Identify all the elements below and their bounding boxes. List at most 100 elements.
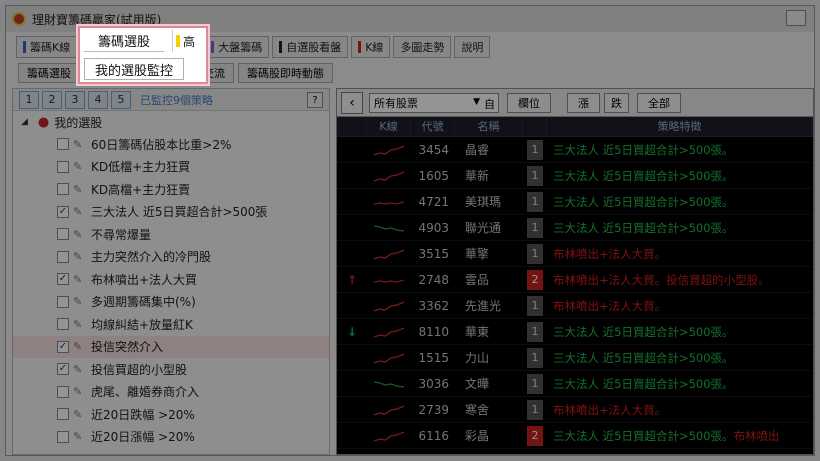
kline-cell[interactable] bbox=[367, 221, 411, 235]
header-kline[interactable]: K線 bbox=[367, 117, 411, 136]
table-row[interactable]: 2739 寒舍 1 布林噴出+法人大買。 bbox=[337, 397, 813, 423]
strategy-item[interactable]: ✎ KD高檔+主力狂賣 bbox=[13, 178, 329, 201]
strategy-item[interactable]: ✎ 近20日漲幅 >20% bbox=[13, 426, 329, 449]
edit-icon[interactable]: ✎ bbox=[73, 385, 85, 398]
strategy-item[interactable]: ✎ 主力突然介入的冷門股 bbox=[13, 246, 329, 269]
strategy-checkbox[interactable] bbox=[57, 318, 69, 331]
kline-cell[interactable] bbox=[367, 325, 411, 339]
tree-root-my-picks[interactable]: ◢ ● 我的選股 bbox=[13, 111, 329, 133]
edit-icon[interactable]: ✎ bbox=[73, 273, 85, 286]
top-tab-4[interactable]: 大盤籌碼 bbox=[204, 36, 270, 58]
columns-button[interactable]: 欄位 bbox=[507, 92, 551, 113]
strategy-checkbox[interactable]: ✓ bbox=[57, 340, 69, 353]
top-tab-7[interactable]: 多圖走勢 bbox=[393, 36, 452, 58]
dropdown-arrow-icon[interactable]: ▼ bbox=[473, 97, 480, 107]
strategy-checkbox[interactable] bbox=[57, 430, 69, 443]
sub-tab-3[interactable]: 籌碼股即時動態 bbox=[238, 63, 333, 83]
group-button-1[interactable]: 1 bbox=[19, 90, 39, 109]
group-button-5[interactable]: 5 bbox=[111, 90, 131, 109]
kline-cell[interactable] bbox=[367, 403, 411, 417]
edit-icon[interactable]: ✎ bbox=[73, 430, 85, 443]
edit-icon[interactable]: ✎ bbox=[73, 250, 85, 263]
collapse-triangle-icon[interactable]: ◢ bbox=[21, 117, 28, 127]
edit-icon[interactable]: ✎ bbox=[73, 205, 85, 218]
edit-icon[interactable]: ✎ bbox=[73, 228, 85, 241]
group-button-4[interactable]: 4 bbox=[88, 90, 108, 109]
edit-icon[interactable]: ✎ bbox=[73, 408, 85, 421]
strategy-item[interactable]: ✎ 均線糾結+放量紅K bbox=[13, 313, 329, 336]
window-control-button[interactable] bbox=[786, 10, 806, 26]
strategy-checkbox[interactable] bbox=[57, 385, 69, 398]
edit-icon[interactable]: ✎ bbox=[73, 183, 85, 196]
edit-icon[interactable]: ✎ bbox=[73, 295, 85, 308]
strategy-item[interactable]: ✓ ✎ 投信買超的小型股 bbox=[13, 358, 329, 381]
table-row[interactable]: 3036 文曄 1 三大法人 近5日買超合計>500張。 bbox=[337, 371, 813, 397]
strategy-checkbox[interactable] bbox=[57, 408, 69, 421]
strategy-item[interactable]: ✎ KD低檔+主力狂買 bbox=[13, 156, 329, 179]
group-button-2[interactable]: 2 bbox=[42, 90, 62, 109]
edit-icon[interactable]: ✎ bbox=[73, 318, 85, 331]
header-feature[interactable]: 策略特徵 bbox=[547, 117, 813, 136]
strategy-item[interactable]: ✓ ✎ 布林噴出+法人大買 bbox=[13, 268, 329, 291]
strategy-item[interactable]: ✎ 虎尾、離婚券商介入 bbox=[13, 381, 329, 404]
strategy-checkbox[interactable] bbox=[57, 160, 69, 173]
top-tab-8[interactable]: 說明 bbox=[454, 36, 491, 58]
table-row[interactable]: 6116 彩晶 2 三大法人 近5日買超合計>500張。布林噴出 bbox=[337, 423, 813, 449]
kline-cell[interactable] bbox=[367, 429, 411, 443]
strategy-checkbox[interactable]: ✓ bbox=[57, 205, 69, 218]
table-row[interactable]: 3515 華擎 1 布林噴出+法人大買。 bbox=[337, 241, 813, 267]
filter-all-button[interactable]: 全部 bbox=[637, 92, 681, 113]
edit-icon[interactable]: ✎ bbox=[73, 160, 85, 173]
strategy-checkbox[interactable] bbox=[57, 250, 69, 263]
strategy-checkbox[interactable] bbox=[57, 183, 69, 196]
edit-icon[interactable]: ✎ bbox=[73, 340, 85, 353]
table-row[interactable]: 1605 華新 1 三大法人 近5日買超合計>500張。 bbox=[337, 163, 813, 189]
table-row[interactable]: 3454 晶睿 1 三大法人 近5日買超合計>500張。 bbox=[337, 137, 813, 163]
top-tab-0[interactable]: 籌碼K線 bbox=[16, 36, 78, 58]
top-tab-6[interactable]: K線 bbox=[351, 36, 391, 58]
level-cell: 1 bbox=[523, 165, 547, 186]
edit-icon[interactable]: ✎ bbox=[73, 363, 85, 376]
kline-cell[interactable] bbox=[367, 195, 411, 209]
strategy-item[interactable]: ✎ 近20日跌幅 >20% bbox=[13, 403, 329, 426]
strategy-item[interactable]: ✓ ✎ 三大法人 近5日買超合計>500張 bbox=[13, 201, 329, 224]
table-row[interactable]: 1515 力山 1 三大法人 近5日買超合計>500張。 bbox=[337, 345, 813, 371]
strategy-checkbox[interactable] bbox=[57, 138, 69, 151]
popup-tab-peek[interactable]: 高 bbox=[172, 30, 206, 52]
back-button[interactable]: ‹ bbox=[341, 91, 363, 114]
table-row[interactable]: 4903 聯光通 1 三大法人 近5日買超合計>500張。 bbox=[337, 215, 813, 241]
strategy-checkbox[interactable]: ✓ bbox=[57, 363, 69, 376]
kline-cell[interactable] bbox=[367, 299, 411, 313]
filter-down-button[interactable]: 跌 bbox=[604, 92, 629, 113]
strategy-checkbox[interactable] bbox=[57, 228, 69, 241]
strategy-item[interactable]: ✓ ✎ 投信突然介入 bbox=[13, 335, 329, 358]
group-button-3[interactable]: 3 bbox=[65, 90, 85, 109]
table-row[interactable]: 4721 美琪瑪 1 三大法人 近5日買超合計>500張。 bbox=[337, 189, 813, 215]
top-tab-5[interactable]: 自選股看盤 bbox=[272, 36, 349, 58]
strategy-item[interactable]: ✎ 多週期籌碼集中(%) bbox=[13, 291, 329, 314]
kline-cell[interactable] bbox=[367, 273, 411, 287]
menu-item-my-monitor[interactable]: 我的選股監控 bbox=[84, 58, 185, 80]
table-row[interactable]: 3362 先進光 1 布林噴出+法人大買。 bbox=[337, 293, 813, 319]
strategy-item[interactable]: ✎ 不尋常爆量 bbox=[13, 223, 329, 246]
edit-icon[interactable]: ✎ bbox=[73, 138, 85, 151]
strategy-checkbox[interactable] bbox=[57, 295, 69, 308]
kline-cell[interactable] bbox=[367, 247, 411, 261]
kline-cell[interactable] bbox=[367, 169, 411, 183]
stock-code: 6116 bbox=[418, 428, 449, 443]
popup-tab-chip-select[interactable]: 籌碼選股 bbox=[84, 30, 165, 52]
self-select-button[interactable]: 自 bbox=[484, 96, 495, 112]
sub-tab-0[interactable]: 籌碼選股 bbox=[18, 63, 80, 83]
header-code[interactable]: 代號 bbox=[411, 117, 455, 136]
kline-cell[interactable] bbox=[367, 351, 411, 365]
table-row[interactable]: ↓ 8110 華東 1 三大法人 近5日買超合計>500張。 bbox=[337, 319, 813, 345]
help-button[interactable]: ? bbox=[307, 92, 323, 108]
strategy-item[interactable]: ✎ 60日籌碼佔股本比重>2% bbox=[13, 133, 329, 156]
header-name[interactable]: 名稱 bbox=[455, 117, 523, 136]
stock-scope-select[interactable]: 所有股票 ▼ 自 bbox=[369, 92, 499, 113]
strategy-checkbox[interactable]: ✓ bbox=[57, 273, 69, 286]
table-row[interactable]: ↑ 2748 雲品 2 布林噴出+法人大買。投信買超的小型股。 bbox=[337, 267, 813, 293]
filter-up-button[interactable]: 漲 bbox=[567, 92, 600, 113]
kline-cell[interactable] bbox=[367, 377, 411, 391]
kline-cell[interactable] bbox=[367, 143, 411, 157]
